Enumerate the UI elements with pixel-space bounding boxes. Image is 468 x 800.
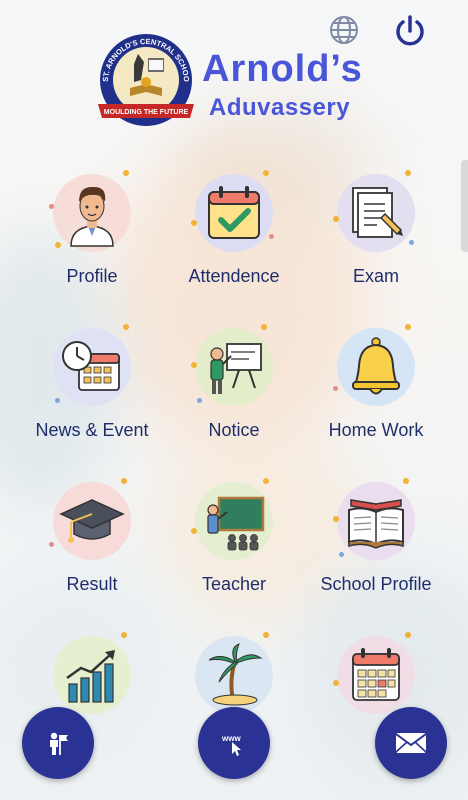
svg-text:www: www <box>221 734 241 743</box>
menu-label: Profile <box>66 266 118 286</box>
attendance-icon <box>208 186 260 239</box>
school-logo: ST. ARNOLD'S CENTRAL SCHOOL, ADUVASSERY … <box>91 23 198 134</box>
power-icon[interactable] <box>392 13 428 49</box>
book-icon <box>348 499 404 549</box>
notice-icon <box>210 343 262 394</box>
app-title: Arnold’s <box>202 48 363 90</box>
globe-icon[interactable] <box>327 13 361 47</box>
menu-attendence[interactable]: Attendence <box>164 168 304 287</box>
teacher-icon <box>207 496 265 551</box>
menu-exam[interactable]: Exam <box>306 168 446 287</box>
menu-result[interactable]: Result <box>22 476 162 595</box>
calendar-icon <box>352 648 400 701</box>
mail-button[interactable] <box>375 707 447 779</box>
profile-icon <box>70 186 114 247</box>
svg-text:MOULDING THE FUTURE: MOULDING THE FUTURE <box>104 109 189 116</box>
menu-label: Attendence <box>188 266 280 286</box>
website-icon: www <box>221 734 241 756</box>
mail-icon <box>395 733 427 753</box>
menu-label: Result <box>66 574 118 594</box>
graduation-cap-icon <box>59 499 125 543</box>
menu-label: News & Event <box>35 420 149 440</box>
menu-label: Teacher <box>201 574 267 594</box>
menu-label: Notice <box>208 420 260 440</box>
menu-label: School Profile <box>320 574 432 594</box>
menu-teacher[interactable]: Teacher <box>164 476 304 595</box>
holiday-icon <box>208 643 263 706</box>
bell-icon <box>352 337 400 395</box>
news-event-icon <box>62 341 120 391</box>
app-subtitle: Aduvassery <box>209 94 351 121</box>
admission-button[interactable] <box>22 707 94 779</box>
side-drawer-handle[interactable] <box>461 160 468 252</box>
menu-label: Home Work <box>328 420 424 440</box>
menu-home-work[interactable]: Home Work <box>306 322 446 441</box>
website-button[interactable]: www <box>198 707 270 779</box>
menu-profile[interactable]: Profile <box>22 168 162 287</box>
menu-school-profile[interactable]: School Profile <box>306 476 446 595</box>
admission-icon <box>50 732 68 755</box>
menu-label: Exam <box>352 266 399 286</box>
menu-news-event[interactable]: News & Event <box>22 322 162 441</box>
menu-notice[interactable]: Notice <box>164 322 304 441</box>
exam-icon <box>352 187 403 238</box>
growth-chart-icon <box>66 650 115 703</box>
